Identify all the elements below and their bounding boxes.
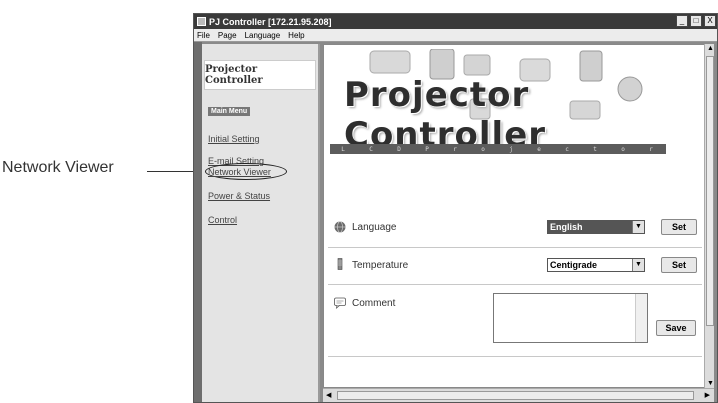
speech-bubble-icon bbox=[334, 297, 346, 309]
dropdown-arrow-icon[interactable]: ▼ bbox=[632, 259, 644, 271]
title-bar[interactable]: PJ Controller [172.21.95.208] bbox=[194, 14, 717, 29]
app-icon bbox=[197, 17, 206, 26]
language-select[interactable]: English ▼ bbox=[547, 220, 645, 234]
horizontal-scrollbar[interactable]: ◀ ▶ bbox=[323, 388, 714, 402]
temperature-select-value: Centigrade bbox=[550, 260, 598, 270]
comment-row: Comment Save bbox=[334, 293, 700, 356]
temperature-label: Temperature bbox=[352, 260, 409, 271]
language-select-value: English bbox=[550, 222, 583, 232]
scroll-right-arrow-icon[interactable]: ▶ bbox=[705, 391, 710, 399]
lcd-letter: r bbox=[649, 145, 655, 153]
language-set-button[interactable]: Set bbox=[661, 219, 697, 235]
maximize-button[interactable]: □ bbox=[690, 15, 702, 27]
globe-icon bbox=[334, 221, 346, 233]
lcd-letter: r bbox=[453, 145, 459, 153]
comment-textarea[interactable] bbox=[493, 293, 648, 343]
scroll-up-arrow-icon[interactable]: ▲ bbox=[707, 45, 714, 52]
menu-bar: File Page Language Help bbox=[194, 29, 717, 42]
scroll-left-arrow-icon[interactable]: ◀ bbox=[326, 391, 331, 399]
banner-title: Projector Controller bbox=[344, 75, 547, 155]
menu-page[interactable]: Page bbox=[218, 31, 237, 40]
sidebar-item-network-viewer[interactable]: Network Viewer bbox=[208, 167, 271, 177]
language-label: Language bbox=[352, 222, 397, 233]
language-row: Language English ▼ Set bbox=[334, 219, 700, 239]
vertical-scroll-thumb[interactable] bbox=[706, 56, 714, 326]
lcd-letter: D bbox=[397, 145, 403, 153]
lcd-projector-strip: L C D P r o j e c t o r bbox=[330, 144, 666, 154]
menu-help[interactable]: Help bbox=[288, 31, 304, 40]
row-divider bbox=[328, 356, 702, 357]
sidebar-logo: Projector Controller bbox=[204, 60, 316, 90]
row-divider bbox=[328, 247, 702, 248]
lcd-letter: o bbox=[481, 145, 487, 153]
lcd-letter: e bbox=[537, 145, 543, 153]
temperature-row: Temperature Centigrade ▼ Set bbox=[334, 257, 700, 277]
window-title: PJ Controller [172.21.95.208] bbox=[209, 16, 332, 27]
comment-save-button[interactable]: Save bbox=[656, 320, 696, 336]
horizontal-scroll-thumb[interactable] bbox=[337, 391, 694, 400]
main-menu-badge: Main Menu bbox=[208, 107, 251, 116]
temperature-select[interactable]: Centigrade ▼ bbox=[547, 258, 645, 272]
lcd-letter: C bbox=[369, 145, 375, 153]
close-button[interactable]: X bbox=[704, 15, 716, 27]
comment-label: Comment bbox=[352, 298, 396, 309]
lcd-letter: j bbox=[509, 145, 515, 153]
sidebar-item-control[interactable]: Control bbox=[208, 215, 237, 225]
temperature-set-button[interactable]: Set bbox=[661, 257, 697, 273]
menu-file[interactable]: File bbox=[197, 31, 210, 40]
lcd-letter: P bbox=[425, 145, 431, 153]
row-divider bbox=[328, 284, 702, 285]
menu-language[interactable]: Language bbox=[245, 31, 281, 40]
sidebar: Projector Controller Main Menu Initial S… bbox=[202, 44, 320, 402]
callout-network-viewer-label: Network Viewer bbox=[2, 159, 114, 176]
lcd-letter: o bbox=[621, 145, 627, 153]
comment-scrollbar[interactable] bbox=[635, 294, 647, 342]
dropdown-arrow-icon[interactable]: ▼ bbox=[632, 221, 644, 233]
left-frame-edge bbox=[194, 42, 202, 402]
lcd-letter: t bbox=[593, 145, 599, 153]
scroll-down-arrow-icon[interactable]: ▼ bbox=[707, 380, 714, 387]
thermometer-icon bbox=[337, 258, 343, 270]
vertical-scrollbar[interactable]: ▲ ▼ bbox=[704, 44, 714, 388]
sidebar-item-initial-setting[interactable]: Initial Setting bbox=[208, 134, 260, 144]
minimize-button[interactable]: _ bbox=[676, 15, 688, 27]
lcd-letter: c bbox=[565, 145, 571, 153]
pj-controller-window: PJ Controller [172.21.95.208] _ □ X File… bbox=[193, 13, 718, 403]
main-content: Projector Controller L C D P r o j e c t… bbox=[323, 44, 705, 388]
lcd-letter: L bbox=[341, 145, 347, 153]
sidebar-item-power-status[interactable]: Power & Status bbox=[208, 191, 270, 201]
